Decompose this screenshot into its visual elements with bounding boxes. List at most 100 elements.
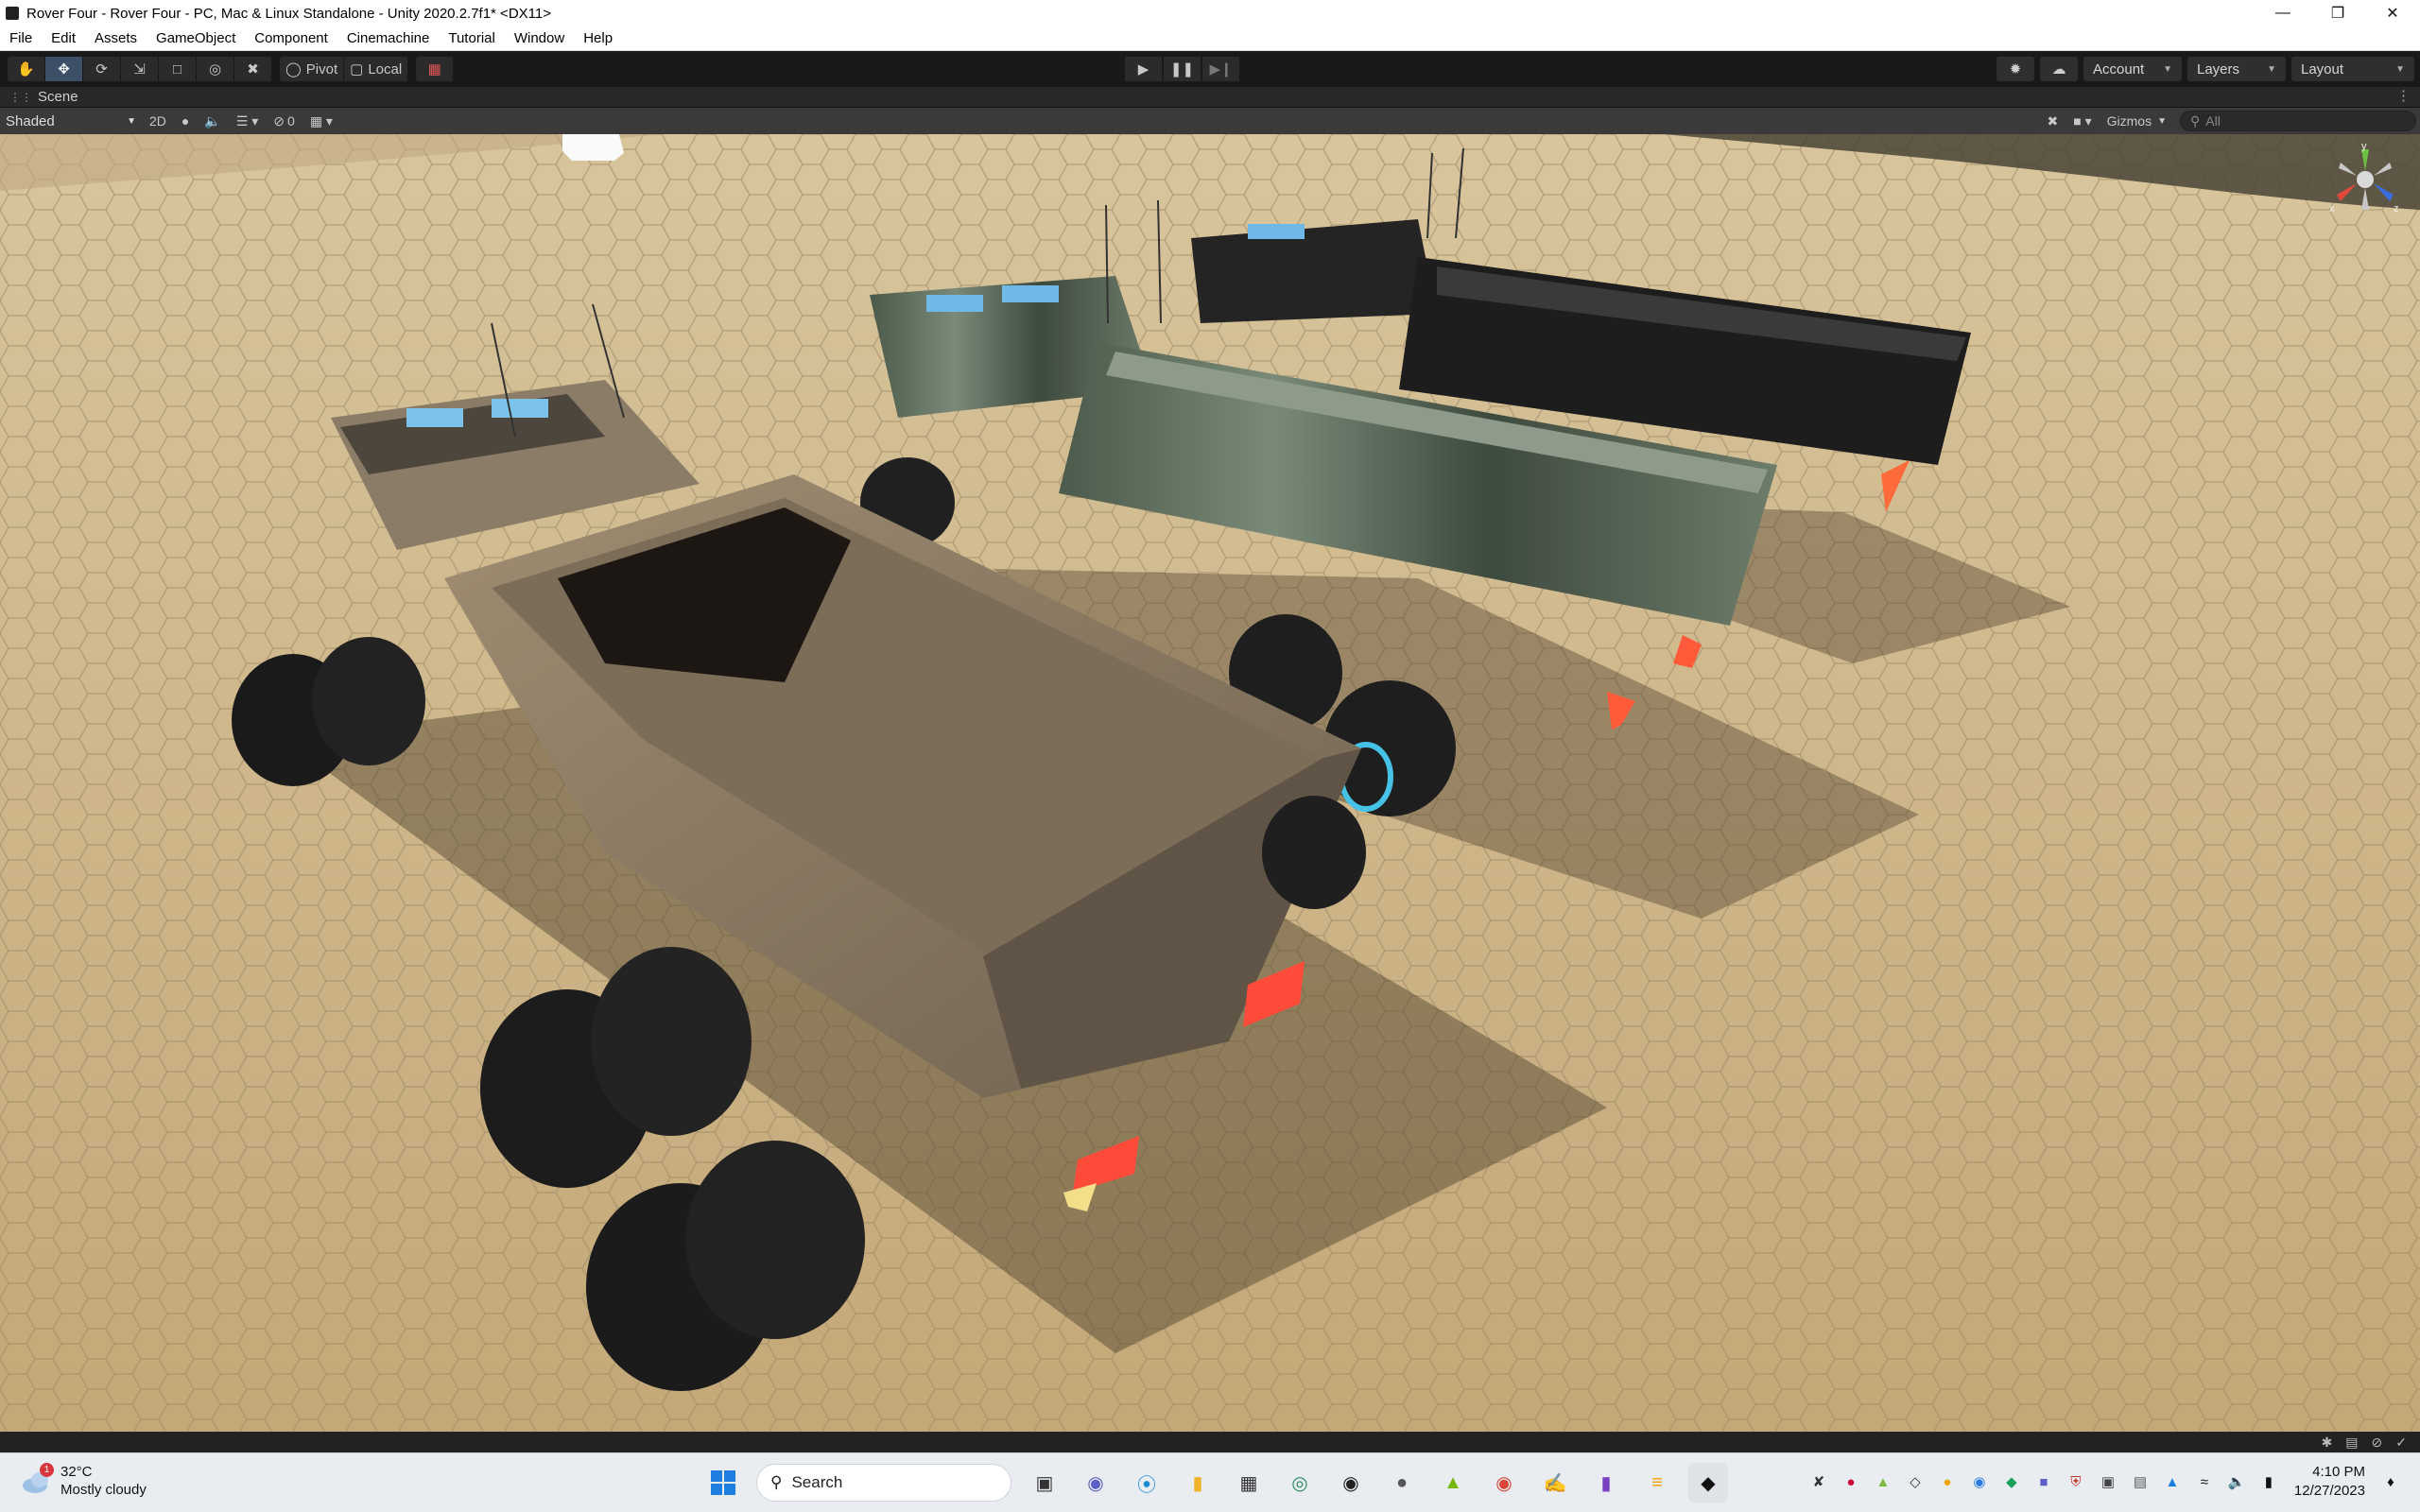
battery-icon[interactable]: ▮ bbox=[2256, 1469, 2282, 1495]
camera-gizmo-icon[interactable] bbox=[562, 134, 624, 161]
notification-bell-icon[interactable]: ♦ bbox=[2377, 1469, 2404, 1495]
menu-gameobject[interactable]: GameObject bbox=[147, 30, 245, 46]
gizmos-dropdown[interactable]: Gizmos ▼ bbox=[2100, 110, 2174, 132]
axis-z-label: z bbox=[2394, 203, 2399, 215]
overlay-icon[interactable]: ✱ bbox=[2322, 1435, 2333, 1451]
menu-window[interactable]: Window bbox=[505, 30, 574, 46]
edge-browser-icon[interactable]: ⦿ bbox=[1127, 1463, 1167, 1503]
grid-snap-icon[interactable]: ▦ bbox=[416, 57, 455, 81]
menu-tutorial[interactable]: Tutorial bbox=[439, 30, 504, 46]
custom-tool-icon[interactable]: ✖ bbox=[234, 57, 272, 81]
menu-component[interactable]: Component bbox=[245, 30, 337, 46]
volume-icon[interactable]: 🔈 bbox=[2223, 1469, 2250, 1495]
axis-y-label: y bbox=[2361, 142, 2367, 152]
lighting-toggle-icon[interactable]: ● bbox=[174, 110, 197, 132]
restore-button[interactable]: ❐ bbox=[2310, 0, 2365, 26]
search-icon: ⚲ bbox=[2190, 112, 2201, 129]
tray-app-icon[interactable]: ▤ bbox=[2127, 1469, 2153, 1495]
cloud-icon[interactable]: ☁ bbox=[2040, 57, 2078, 81]
chevron-down-icon: ▼ bbox=[2163, 63, 2172, 75]
tab-scene[interactable]: ⋮⋮ Scene bbox=[0, 89, 88, 105]
xbox-icon[interactable]: ✘ bbox=[1806, 1469, 1832, 1495]
play-icon[interactable]: ▶ bbox=[1125, 57, 1163, 81]
transform-tool-icon[interactable]: ◎ bbox=[197, 57, 234, 81]
tray-app-icon[interactable]: ▲ bbox=[1870, 1469, 1896, 1495]
notepad-icon[interactable]: ✍ bbox=[1535, 1463, 1575, 1503]
camera-icon[interactable]: ■ ▾ bbox=[2066, 110, 2099, 132]
dark-app-icon[interactable]: ● bbox=[1382, 1463, 1422, 1503]
store-icon[interactable]: ▦ bbox=[1229, 1463, 1269, 1503]
kebab-menu-icon[interactable]: ⋮ bbox=[2396, 87, 2411, 104]
effects-toggle-icon[interactable]: ☰ ▾ bbox=[229, 110, 266, 132]
account-dropdown[interactable]: Account ▼ bbox=[2083, 57, 2182, 81]
grid-toggle-icon[interactable]: ▦ ▾ bbox=[302, 110, 340, 132]
menu-bar: File Edit Assets GameObject Component Ci… bbox=[0, 26, 2420, 51]
menu-cinemachine[interactable]: Cinemachine bbox=[337, 30, 440, 46]
tray-app-icon[interactable]: ● bbox=[1838, 1469, 1864, 1495]
taskbar-search-input[interactable]: ⚲ Search bbox=[756, 1464, 1011, 1502]
scene-search-input[interactable]: ⚲ All bbox=[2180, 111, 2416, 131]
scene-toolbar-right: ✖ ■ ▾ Gizmos ▼ ⚲ All bbox=[2040, 110, 2416, 132]
minimize-button[interactable]: — bbox=[2256, 0, 2310, 26]
shading-mode-dropdown[interactable]: Shaded ▼ bbox=[0, 110, 142, 132]
wifi-icon[interactable]: ≈ bbox=[2191, 1469, 2218, 1495]
hand-tool-icon[interactable]: ✋ bbox=[8, 57, 45, 81]
file-explorer-icon[interactable]: ▮ bbox=[1178, 1463, 1218, 1503]
media-app-icon[interactable]: ▮ bbox=[1586, 1463, 1626, 1503]
tray-app-icon[interactable]: ● bbox=[1934, 1469, 1961, 1495]
teams-icon[interactable]: ■ bbox=[2031, 1469, 2057, 1495]
menu-assets[interactable]: Assets bbox=[85, 30, 147, 46]
chrome-icon[interactable]: ◉ bbox=[1484, 1463, 1524, 1503]
globe-icon[interactable]: ◎ bbox=[1280, 1463, 1320, 1503]
layout-label: Layout bbox=[2301, 60, 2344, 77]
scene-tab-bar: ⋮⋮ Scene ⋮ bbox=[0, 87, 2420, 108]
visual-studio-icon[interactable]: ◇ bbox=[1902, 1469, 1928, 1495]
local-icon: ▢ bbox=[350, 61, 364, 77]
local-toggle[interactable]: ▢ Local bbox=[344, 57, 409, 81]
step-icon[interactable]: ▶❙ bbox=[1202, 57, 1240, 81]
pivot-icon: ◯ bbox=[285, 61, 302, 77]
move-tool-icon[interactable]: ✥ bbox=[45, 57, 83, 81]
shield-icon[interactable]: ⛨ bbox=[2063, 1469, 2089, 1495]
grid-snap-group: ▦ bbox=[416, 57, 455, 81]
chat-icon[interactable]: ◉ bbox=[1076, 1463, 1115, 1503]
account-label: Account bbox=[2093, 60, 2145, 77]
scene-render bbox=[0, 134, 2420, 1432]
2d-toggle[interactable]: 2D bbox=[142, 110, 174, 132]
layout-dropdown[interactable]: Layout ▼ bbox=[2291, 57, 2414, 81]
pause-icon[interactable]: ❚❚ bbox=[1164, 57, 1201, 81]
local-label: Local bbox=[368, 60, 403, 77]
tray-app-icon[interactable]: ◆ bbox=[1998, 1469, 2025, 1495]
check-icon[interactable]: ✓ bbox=[2395, 1435, 2407, 1451]
pivot-label: Pivot bbox=[305, 60, 338, 77]
audio-toggle-icon[interactable]: 🔈 bbox=[197, 110, 228, 132]
tray-app-icon[interactable]: ▣ bbox=[2095, 1469, 2121, 1495]
rect-tool-icon[interactable]: □ bbox=[159, 57, 197, 81]
close-button[interactable]: ✕ bbox=[2365, 0, 2420, 26]
alien-app-icon[interactable]: ◉ bbox=[1331, 1463, 1371, 1503]
pivot-toggle[interactable]: ◯ Pivot bbox=[280, 57, 345, 81]
axis-x-label: x bbox=[2329, 203, 2335, 215]
unity-taskbar-icon[interactable]: ◆ bbox=[1688, 1463, 1728, 1503]
weather-widget[interactable]: 1 32°C Mostly cloudy bbox=[21, 1463, 147, 1499]
layers-dropdown[interactable]: Layers ▼ bbox=[2187, 57, 2286, 81]
task-view-icon[interactable]: ▣ bbox=[1025, 1463, 1064, 1503]
collab-icon[interactable]: ✹ bbox=[1996, 57, 2034, 81]
sublime-icon[interactable]: ≡ bbox=[1637, 1463, 1677, 1503]
rotate-tool-icon[interactable]: ⟳ bbox=[83, 57, 121, 81]
menu-file[interactable]: File bbox=[0, 30, 42, 46]
scene-viewport[interactable]: y x z bbox=[0, 134, 2420, 1432]
overlay-icon[interactable]: ▤ bbox=[2345, 1435, 2358, 1451]
taskbar-clock[interactable]: 4:10 PM 12/27/2023 bbox=[2294, 1463, 2365, 1501]
orientation-gizmo[interactable]: y x z bbox=[2327, 142, 2403, 217]
scale-tool-icon[interactable]: ⇲ bbox=[121, 57, 159, 81]
hidden-objects-toggle[interactable]: ⊘ 0 bbox=[266, 110, 302, 132]
tray-app-icon[interactable]: ◉ bbox=[1966, 1469, 1993, 1495]
menu-help[interactable]: Help bbox=[574, 30, 622, 46]
menu-edit[interactable]: Edit bbox=[42, 30, 85, 46]
tools-icon[interactable]: ✖ bbox=[2040, 110, 2066, 132]
nvidia-icon[interactable]: ▲ bbox=[1433, 1463, 1473, 1503]
tray-app-icon[interactable]: ▲ bbox=[2159, 1469, 2186, 1495]
windows-start-icon[interactable] bbox=[703, 1463, 743, 1503]
overlay-icon[interactable]: ⊘ bbox=[2372, 1435, 2383, 1451]
